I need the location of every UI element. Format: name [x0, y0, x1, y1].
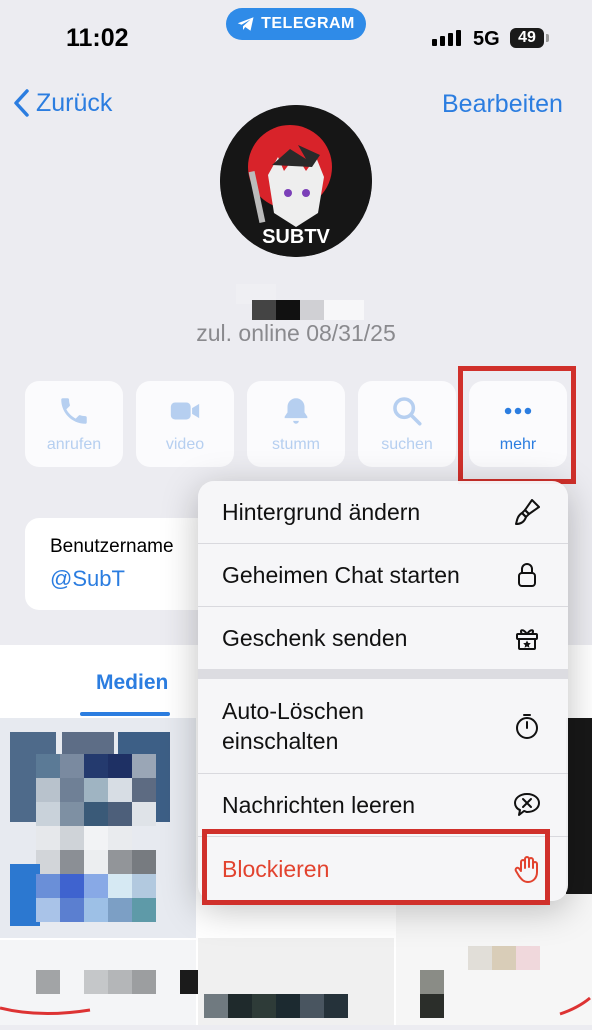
edit-button[interactable]: Bearbeiten — [442, 90, 563, 119]
search-label: suchen — [381, 436, 433, 453]
phone-icon — [61, 398, 87, 424]
menu-item-change-background[interactable]: Hintergrund ändern — [198, 481, 568, 543]
telegram-pill-label: TELEGRAM — [261, 15, 355, 32]
avatar-logo-text: SUBTV — [262, 226, 330, 248]
back-label: Zurück — [36, 88, 113, 117]
menu-item-clear-messages[interactable]: Nachrichten leeren — [198, 774, 568, 836]
bell-icon — [284, 398, 308, 424]
video-camera-icon — [170, 402, 200, 420]
username-value[interactable]: @SubT — [50, 566, 125, 592]
menu-item-send-gift[interactable]: Geschenk senden — [198, 607, 568, 669]
battery-icon: 49 — [510, 28, 544, 48]
more-button-highlight — [458, 366, 576, 484]
video-button[interactable]: video — [136, 381, 234, 467]
clear-chat-icon — [514, 793, 540, 816]
chevron-left-icon — [14, 89, 29, 117]
avatar[interactable]: SUBTV — [220, 105, 372, 257]
timer-icon — [516, 714, 538, 739]
menu-item-label: Nachrichten leeren — [222, 791, 416, 818]
signal-icon — [432, 30, 461, 46]
telegram-pill[interactable]: TELEGRAM — [226, 8, 366, 40]
telegram-icon — [237, 17, 254, 31]
mute-button[interactable]: stumm — [247, 381, 345, 467]
gift-icon — [516, 629, 538, 650]
block-item-highlight — [202, 829, 550, 905]
username-label: Benutzername — [50, 536, 174, 557]
search-icon — [393, 397, 422, 426]
menu-item-label: Geheimen Chat starten — [222, 561, 460, 588]
last-seen-status: zul. online 08/31/25 — [196, 320, 396, 346]
menu-item-label: Geschenk senden — [222, 624, 408, 651]
mute-label: stumm — [272, 436, 320, 453]
video-label: video — [165, 436, 205, 453]
tab-media-indicator — [80, 712, 170, 716]
network-type: 5G — [473, 28, 500, 50]
status-time: 11:02 — [66, 24, 129, 52]
menu-item-label: Hintergrund ändern — [222, 498, 421, 525]
paintbrush-icon — [515, 499, 540, 525]
menu-item-auto-delete[interactable]: Auto-Löschen einschalten — [198, 679, 568, 773]
call-label: anrufen — [46, 436, 102, 453]
menu-item-secret-chat[interactable]: Geheimen Chat starten — [198, 544, 568, 606]
lock-icon — [518, 563, 536, 587]
back-button[interactable]: Zurück — [12, 88, 112, 118]
call-button[interactable]: anrufen — [25, 381, 123, 467]
tab-media[interactable]: Medien — [96, 671, 168, 695]
search-button[interactable]: suchen — [358, 381, 456, 467]
profile-name-redacted — [236, 276, 372, 320]
menu-item-label: Auto-Löschen einschalten — [222, 698, 364, 754]
battery-tip — [546, 34, 549, 42]
